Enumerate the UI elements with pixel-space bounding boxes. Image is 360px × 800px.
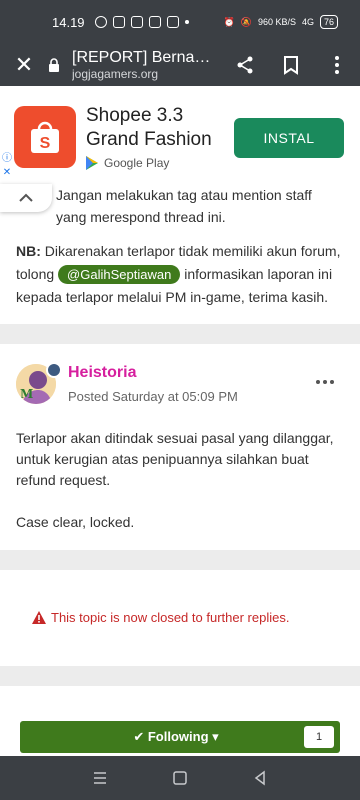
- store-label: Google Play: [104, 156, 170, 170]
- lock-icon[interactable]: [48, 58, 62, 72]
- nb-label: NB:: [16, 243, 41, 259]
- network-type: 4G: [301, 17, 314, 27]
- post-paragraph: Terlapor akan ditindak sesuai pasal yang…: [16, 430, 334, 488]
- mention-link[interactable]: @GalihSeptiawan: [58, 265, 181, 284]
- install-button[interactable]: INSTAL: [234, 118, 344, 158]
- gamepad-icon: [130, 16, 143, 28]
- page-url: jogjagamers.org: [72, 67, 159, 82]
- moderator-badge-icon: [46, 362, 62, 378]
- quote-text: Jangan melakukan tag atau mention staff …: [56, 187, 312, 225]
- alarm-icon: ⏰: [223, 16, 235, 27]
- status-time: 14.19: [52, 14, 85, 30]
- ad-info-icon[interactable]: ⓘ ✕: [0, 152, 14, 180]
- share-icon[interactable]: [222, 44, 268, 86]
- chevron-up-icon[interactable]: [0, 184, 52, 212]
- caret-down-icon: ▾: [208, 729, 219, 744]
- thread-content[interactable]: Jangan melakukan tag atau mention staff …: [0, 180, 360, 756]
- following-button[interactable]: ✔ Following ▾ 1: [20, 721, 340, 753]
- warning-icon: [32, 611, 46, 624]
- more-horiz-icon[interactable]: [316, 380, 334, 384]
- close-icon[interactable]: ✕: [0, 44, 48, 86]
- home-icon[interactable]: [172, 770, 188, 786]
- post-paragraph: Case clear, locked.: [16, 514, 135, 530]
- post-timestamp[interactable]: Posted Saturday at 05:09 PM: [68, 389, 238, 404]
- mail-icon: [166, 16, 179, 28]
- check-icon: ✔: [133, 729, 148, 744]
- google-play-icon: [86, 156, 98, 170]
- author-name[interactable]: Heistoria: [68, 364, 136, 382]
- shopee-logo-icon[interactable]: S: [14, 106, 76, 168]
- bookmark-icon[interactable]: [268, 44, 314, 86]
- follower-count[interactable]: 1: [304, 726, 334, 748]
- notification-icons: [94, 16, 189, 28]
- ad-banner[interactable]: S Shopee 3.3 Grand Fashion Google Play I…: [0, 86, 360, 180]
- closed-text: This topic is now closed to further repl…: [51, 610, 290, 625]
- post-card: Jangan melakukan tag atau mention staff …: [0, 180, 360, 324]
- post-body: Terlapor akan ditindak sesuai pasal yang…: [16, 428, 346, 554]
- system-icons: ⏰ 🔕 960 KB/S 4G 76: [223, 15, 338, 29]
- page-title-block: [REPORT] Bernan… jogjagamers.org: [72, 48, 222, 82]
- browser-toolbar: ✕ [REPORT] Bernan… jogjagamers.org: [0, 44, 360, 86]
- ad-title[interactable]: Shopee 3.3 Grand Fashion: [86, 104, 226, 152]
- post-card: M Heistoria Posted Saturday at 05:09 PM …: [0, 344, 360, 550]
- app-icon: [112, 16, 125, 28]
- nb-paragraph: NB: Dikarenakan terlapor tidak memiliki …: [16, 240, 346, 309]
- shortcut-icon: [148, 16, 161, 28]
- svg-text:S: S: [40, 135, 51, 152]
- following-text: Following: [147, 729, 209, 744]
- mute-icon: 🔕: [240, 16, 252, 27]
- net-speed: 960 KB/S: [257, 17, 296, 27]
- status-bar: 14.19 ⏰ 🔕 960 KB/S 4G 76: [0, 0, 360, 44]
- back-icon[interactable]: [252, 770, 268, 786]
- closed-notice: This topic is now closed to further repl…: [32, 610, 289, 625]
- whatsapp-icon: [94, 16, 107, 28]
- svg-text:M: M: [20, 387, 33, 401]
- page-title: [REPORT] Bernan…: [72, 49, 212, 67]
- recents-icon[interactable]: [92, 770, 108, 786]
- more-notifications-icon: [184, 20, 189, 24]
- battery-icon: 76: [319, 15, 338, 29]
- more-vert-icon[interactable]: [314, 44, 360, 86]
- ad-store: Google Play: [86, 156, 169, 170]
- following-label[interactable]: ✔ Following ▾: [20, 729, 304, 745]
- system-nav-bar: [0, 756, 360, 800]
